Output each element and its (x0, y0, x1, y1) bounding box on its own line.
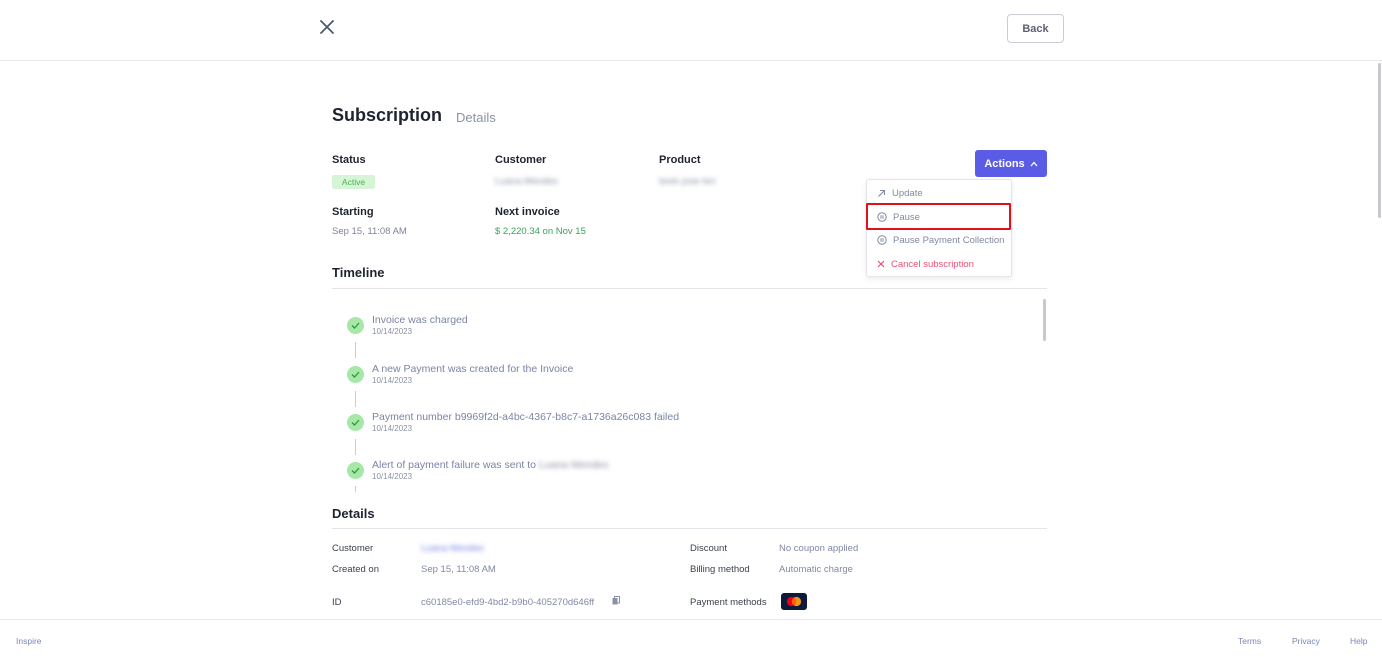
details-billing-label: Billing method (690, 564, 750, 575)
actions-button[interactable]: Actions (975, 150, 1047, 177)
check-circle-icon (347, 366, 364, 383)
timeline-item-title: Alert of payment failure was sent to Lua… (372, 459, 609, 471)
mastercard-icon (781, 593, 807, 610)
check-circle-icon (347, 462, 364, 479)
details-billing-value: Automatic charge (779, 564, 853, 575)
timeline-list[interactable]: Invoice was charged 10/14/2023 A new Pay… (332, 297, 1047, 492)
details-discount-value: No coupon applied (779, 543, 859, 554)
timeline-item-name: Luana Mendes (538, 459, 609, 471)
footer: Inspire Terms Privacy Help (0, 619, 1382, 657)
menu-item-label: Pause Payment Collection (893, 234, 1005, 246)
actions-dropdown-menu: Update Pause Pause Payment Collection Ca… (866, 179, 1012, 277)
top-bar: Back (0, 0, 1382, 61)
menu-item-cancel-subscription[interactable]: Cancel subscription (867, 253, 1013, 275)
timeline-item-title: A new Payment was created for the Invoic… (372, 363, 574, 375)
status-label: Status (332, 154, 366, 166)
menu-item-update[interactable]: Update (867, 182, 1013, 204)
details-created-value: Sep 15, 11:08 AM (421, 564, 496, 575)
menu-item-label: Update (892, 187, 923, 199)
footer-privacy-link[interactable]: Privacy (1292, 636, 1320, 646)
timeline-connector (355, 486, 356, 492)
pause-circle-icon (877, 235, 887, 245)
footer-help-link[interactable]: Help (1350, 636, 1367, 646)
x-icon (877, 260, 885, 268)
timeline-scrollbar-thumb[interactable] (1043, 299, 1046, 341)
timeline-connector (355, 342, 356, 358)
starting-label: Starting (332, 206, 374, 218)
details-customer-label: Customer (332, 543, 374, 554)
check-circle-icon (347, 317, 364, 334)
close-icon[interactable] (316, 16, 338, 38)
status-badge: Active (332, 175, 375, 189)
footer-terms-link[interactable]: Terms (1238, 636, 1261, 646)
main-content: Subscription Details Status Active Custo… (0, 61, 1376, 619)
menu-item-pause-payment-collection[interactable]: Pause Payment Collection (867, 229, 1013, 251)
page-subtitle: Details (456, 110, 496, 125)
product-value: testo jose teri (659, 176, 716, 187)
check-circle-icon (347, 414, 364, 431)
timeline-item-date: 10/14/2023 (372, 472, 413, 481)
starting-value: Sep 15, 11:08 AM (332, 226, 407, 237)
chevron-up-icon (1030, 161, 1038, 166)
timeline-title: Timeline (332, 265, 385, 280)
timeline-divider (332, 288, 1047, 289)
footer-brand-link[interactable]: Inspire (16, 636, 42, 646)
timeline-item-title: Invoice was charged (372, 314, 468, 326)
timeline-item-title: Payment number b9969f2d-a4bc-4367-b8c7-a… (372, 411, 680, 423)
timeline-connector (355, 391, 356, 407)
customer-value: Luana Mendes (495, 176, 558, 187)
pause-circle-icon (877, 212, 887, 222)
menu-item-label: Cancel subscription (891, 258, 974, 270)
details-divider (332, 528, 1047, 529)
page-scrollbar-thumb[interactable] (1378, 63, 1381, 218)
details-id-label: ID (332, 597, 342, 608)
next-invoice-value: $ 2,220.34 on Nov 15 (495, 226, 586, 237)
product-label: Product (659, 154, 701, 166)
timeline-item-date: 10/14/2023 (372, 424, 413, 433)
details-discount-label: Discount (690, 543, 727, 554)
details-title: Details (332, 506, 375, 521)
menu-item-pause[interactable]: Pause (867, 206, 1013, 228)
copy-icon[interactable] (612, 596, 620, 605)
page-title: Subscription (332, 105, 443, 125)
timeline-item-date: 10/14/2023 (372, 327, 413, 336)
details-created-label: Created on (332, 564, 380, 575)
menu-item-label: Pause (893, 211, 920, 223)
back-button[interactable]: Back (1007, 14, 1064, 43)
details-payment-label: Payment methods (690, 597, 767, 608)
customer-label: Customer (495, 154, 547, 166)
arrow-up-right-icon (878, 189, 886, 197)
timeline-item-date: 10/14/2023 (372, 376, 413, 385)
timeline-connector (355, 439, 356, 455)
next-invoice-label: Next invoice (495, 206, 560, 218)
details-id-value: c60185e0-efd9-4bd2-b9b0-405270d646ff (421, 597, 595, 608)
actions-button-label: Actions (984, 157, 1025, 170)
details-customer-link[interactable]: Luana Mendes (421, 543, 484, 554)
